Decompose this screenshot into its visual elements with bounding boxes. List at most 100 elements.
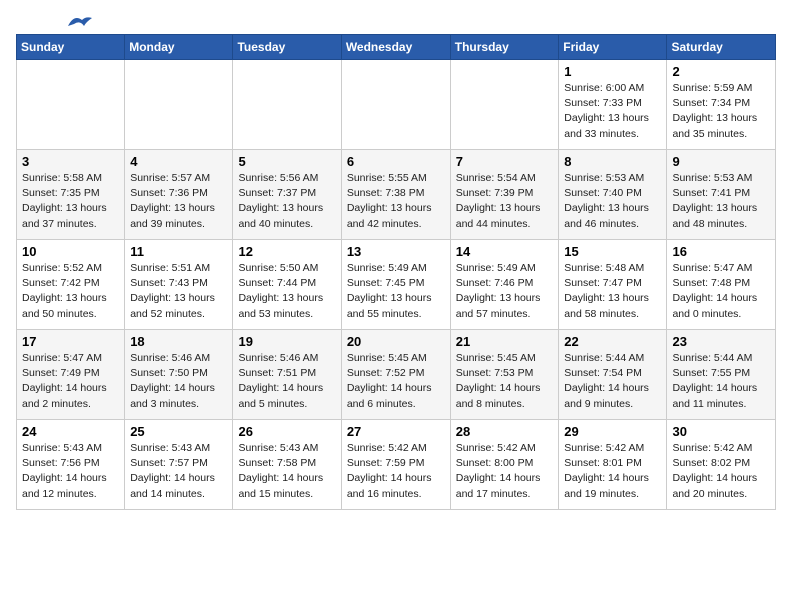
day-number: 12 [238, 244, 335, 259]
calendar-cell [233, 60, 341, 150]
calendar-cell: 25 Sunrise: 5:43 AM Sunset: 7:57 PM Dayli… [125, 420, 233, 510]
calendar-cell: 20 Sunrise: 5:45 AM Sunset: 7:52 PM Dayli… [341, 330, 450, 420]
day-info: Sunrise: 5:55 AM Sunset: 7:38 PM Dayligh… [347, 171, 445, 232]
calendar-cell: 19 Sunrise: 5:46 AM Sunset: 7:51 PM Dayli… [233, 330, 341, 420]
day-number: 29 [564, 424, 661, 439]
header [16, 16, 776, 28]
logo-bird-icon [66, 12, 94, 30]
day-number: 28 [456, 424, 554, 439]
calendar-week-row: 1 Sunrise: 6:00 AM Sunset: 7:33 PM Daylig… [17, 60, 776, 150]
day-info: Sunrise: 5:53 AM Sunset: 7:40 PM Dayligh… [564, 171, 661, 232]
day-number: 17 [22, 334, 119, 349]
day-number: 4 [130, 154, 227, 169]
calendar-cell: 6 Sunrise: 5:55 AM Sunset: 7:38 PM Daylig… [341, 150, 450, 240]
calendar-cell: 8 Sunrise: 5:53 AM Sunset: 7:40 PM Daylig… [559, 150, 667, 240]
day-number: 3 [22, 154, 119, 169]
day-number: 13 [347, 244, 445, 259]
day-info: Sunrise: 5:51 AM Sunset: 7:43 PM Dayligh… [130, 261, 227, 322]
calendar-cell: 2Sunrise: 5:59 AM Sunset: 7:34 PM Daylig… [667, 60, 776, 150]
calendar-cell: 23 Sunrise: 5:44 AM Sunset: 7:55 PM Dayli… [667, 330, 776, 420]
calendar-cell: 1 Sunrise: 6:00 AM Sunset: 7:33 PM Daylig… [559, 60, 667, 150]
calendar-cell: 18 Sunrise: 5:46 AM Sunset: 7:50 PM Dayli… [125, 330, 233, 420]
calendar-body: 1 Sunrise: 6:00 AM Sunset: 7:33 PM Daylig… [17, 60, 776, 510]
calendar-cell: 30 Sunrise: 5:42 AM Sunset: 8:02 PM Dayli… [667, 420, 776, 510]
calendar-week-row: 10Sunrise: 5:52 AM Sunset: 7:42 PM Dayli… [17, 240, 776, 330]
calendar-cell: 11 Sunrise: 5:51 AM Sunset: 7:43 PM Dayli… [125, 240, 233, 330]
day-info: Sunrise: 5:45 AM Sunset: 7:53 PM Dayligh… [456, 351, 554, 412]
calendar-cell: 7 Sunrise: 5:54 AM Sunset: 7:39 PM Daylig… [450, 150, 559, 240]
calendar-cell: 5 Sunrise: 5:56 AM Sunset: 7:37 PM Daylig… [233, 150, 341, 240]
weekday-header-wednesday: Wednesday [341, 35, 450, 60]
day-info: Sunrise: 6:00 AM Sunset: 7:33 PM Dayligh… [564, 81, 661, 142]
day-info: Sunrise: 5:46 AM Sunset: 7:51 PM Dayligh… [238, 351, 335, 412]
calendar-cell: 28 Sunrise: 5:42 AM Sunset: 8:00 PM Dayli… [450, 420, 559, 510]
day-number: 9 [672, 154, 770, 169]
calendar-cell [450, 60, 559, 150]
day-number: 19 [238, 334, 335, 349]
day-info: Sunrise: 5:49 AM Sunset: 7:46 PM Dayligh… [456, 261, 554, 322]
day-number: 27 [347, 424, 445, 439]
weekday-header-monday: Monday [125, 35, 233, 60]
calendar-cell: 3 Sunrise: 5:58 AM Sunset: 7:35 PM Daylig… [17, 150, 125, 240]
calendar-cell: 22 Sunrise: 5:44 AM Sunset: 7:54 PM Dayli… [559, 330, 667, 420]
calendar-cell: 29 Sunrise: 5:42 AM Sunset: 8:01 PM Dayli… [559, 420, 667, 510]
day-info: Sunrise: 5:46 AM Sunset: 7:50 PM Dayligh… [130, 351, 227, 412]
weekday-header-thursday: Thursday [450, 35, 559, 60]
day-number: 6 [347, 154, 445, 169]
logo [16, 16, 94, 28]
calendar-cell: 14 Sunrise: 5:49 AM Sunset: 7:46 PM Dayli… [450, 240, 559, 330]
calendar-cell: 17 Sunrise: 5:47 AM Sunset: 7:49 PM Dayli… [17, 330, 125, 420]
day-info: Sunrise: 5:57 AM Sunset: 7:36 PM Dayligh… [130, 171, 227, 232]
calendar-table: SundayMondayTuesdayWednesdayThursdayFrid… [16, 34, 776, 510]
day-number: 8 [564, 154, 661, 169]
day-info: Sunrise: 5:43 AM Sunset: 7:57 PM Dayligh… [130, 441, 227, 502]
day-number: 1 [564, 64, 661, 79]
weekday-header-friday: Friday [559, 35, 667, 60]
day-number: 22 [564, 334, 661, 349]
day-info: Sunrise: 5:42 AM Sunset: 7:59 PM Dayligh… [347, 441, 445, 502]
day-number: 14 [456, 244, 554, 259]
calendar-cell [341, 60, 450, 150]
day-info: Sunrise: 5:42 AM Sunset: 8:00 PM Dayligh… [456, 441, 554, 502]
day-number: 24 [22, 424, 119, 439]
day-info: Sunrise: 5:49 AM Sunset: 7:45 PM Dayligh… [347, 261, 445, 322]
calendar-cell: 21Sunrise: 5:45 AM Sunset: 7:53 PM Dayli… [450, 330, 559, 420]
day-info: Sunrise: 5:42 AM Sunset: 8:01 PM Dayligh… [564, 441, 661, 502]
day-info: Sunrise: 5:53 AM Sunset: 7:41 PM Dayligh… [672, 171, 770, 232]
day-number: 10 [22, 244, 119, 259]
day-info: Sunrise: 5:45 AM Sunset: 7:52 PM Dayligh… [347, 351, 445, 412]
day-number: 5 [238, 154, 335, 169]
weekday-header-saturday: Saturday [667, 35, 776, 60]
day-number: 23 [672, 334, 770, 349]
weekday-header-sunday: Sunday [17, 35, 125, 60]
day-info: Sunrise: 5:56 AM Sunset: 7:37 PM Dayligh… [238, 171, 335, 232]
day-info: Sunrise: 5:44 AM Sunset: 7:55 PM Dayligh… [672, 351, 770, 412]
day-info: Sunrise: 5:58 AM Sunset: 7:35 PM Dayligh… [22, 171, 119, 232]
day-number: 11 [130, 244, 227, 259]
day-number: 30 [672, 424, 770, 439]
day-number: 7 [456, 154, 554, 169]
day-info: Sunrise: 5:44 AM Sunset: 7:54 PM Dayligh… [564, 351, 661, 412]
calendar-week-row: 3 Sunrise: 5:58 AM Sunset: 7:35 PM Daylig… [17, 150, 776, 240]
day-number: 26 [238, 424, 335, 439]
calendar-cell: 27 Sunrise: 5:42 AM Sunset: 7:59 PM Dayli… [341, 420, 450, 510]
day-info: Sunrise: 5:48 AM Sunset: 7:47 PM Dayligh… [564, 261, 661, 322]
calendar-cell [17, 60, 125, 150]
calendar-cell [125, 60, 233, 150]
day-info: Sunrise: 5:43 AM Sunset: 7:56 PM Dayligh… [22, 441, 119, 502]
calendar-cell: 4 Sunrise: 5:57 AM Sunset: 7:36 PM Daylig… [125, 150, 233, 240]
calendar-header-row: SundayMondayTuesdayWednesdayThursdayFrid… [17, 35, 776, 60]
calendar-cell: 26Sunrise: 5:43 AM Sunset: 7:58 PM Dayli… [233, 420, 341, 510]
day-info: Sunrise: 5:59 AM Sunset: 7:34 PM Dayligh… [672, 81, 770, 142]
day-info: Sunrise: 5:54 AM Sunset: 7:39 PM Dayligh… [456, 171, 554, 232]
day-number: 16 [672, 244, 770, 259]
day-info: Sunrise: 5:47 AM Sunset: 7:49 PM Dayligh… [22, 351, 119, 412]
day-number: 15 [564, 244, 661, 259]
day-info: Sunrise: 5:47 AM Sunset: 7:48 PM Dayligh… [672, 261, 770, 322]
weekday-header-tuesday: Tuesday [233, 35, 341, 60]
day-number: 20 [347, 334, 445, 349]
day-info: Sunrise: 5:42 AM Sunset: 8:02 PM Dayligh… [672, 441, 770, 502]
day-number: 18 [130, 334, 227, 349]
day-info: Sunrise: 5:50 AM Sunset: 7:44 PM Dayligh… [238, 261, 335, 322]
day-number: 25 [130, 424, 227, 439]
